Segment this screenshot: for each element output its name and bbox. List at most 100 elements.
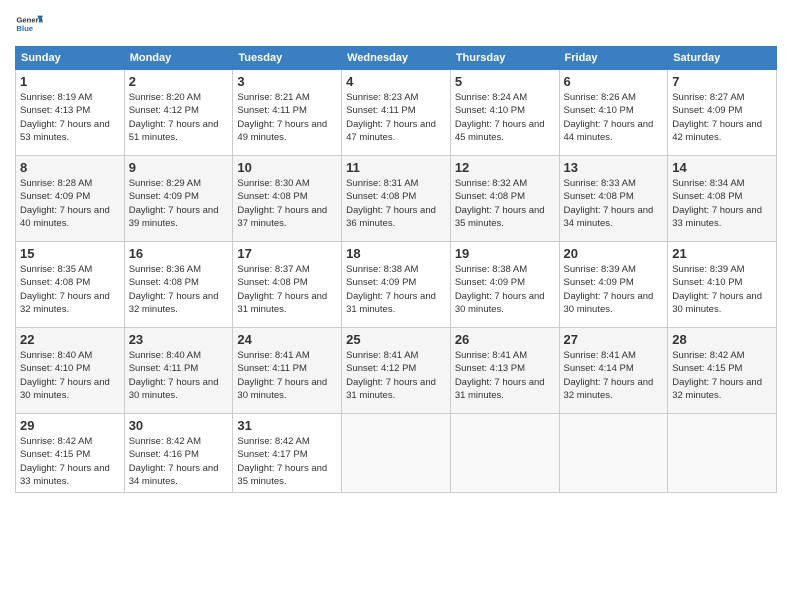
day-info: Sunrise: 8:37 AM Sunset: 4:08 PM Dayligh… bbox=[237, 263, 337, 316]
day-info: Sunrise: 8:42 AM Sunset: 4:17 PM Dayligh… bbox=[237, 435, 337, 488]
calendar-cell: 27 Sunrise: 8:41 AM Sunset: 4:14 PM Dayl… bbox=[559, 328, 668, 414]
calendar-cell: 30 Sunrise: 8:42 AM Sunset: 4:16 PM Dayl… bbox=[124, 414, 233, 493]
calendar-cell: 12 Sunrise: 8:32 AM Sunset: 4:08 PM Dayl… bbox=[450, 156, 559, 242]
col-header-monday: Monday bbox=[124, 47, 233, 70]
calendar-cell: 19 Sunrise: 8:38 AM Sunset: 4:09 PM Dayl… bbox=[450, 242, 559, 328]
calendar-cell: 23 Sunrise: 8:40 AM Sunset: 4:11 PM Dayl… bbox=[124, 328, 233, 414]
day-number: 17 bbox=[237, 246, 337, 261]
day-info: Sunrise: 8:35 AM Sunset: 4:08 PM Dayligh… bbox=[20, 263, 120, 316]
calendar-cell: 31 Sunrise: 8:42 AM Sunset: 4:17 PM Dayl… bbox=[233, 414, 342, 493]
day-info: Sunrise: 8:30 AM Sunset: 4:08 PM Dayligh… bbox=[237, 177, 337, 230]
calendar-cell: 3 Sunrise: 8:21 AM Sunset: 4:11 PM Dayli… bbox=[233, 70, 342, 156]
calendar-cell bbox=[668, 414, 777, 493]
day-number: 3 bbox=[237, 74, 337, 89]
day-number: 14 bbox=[672, 160, 772, 175]
calendar-cell: 7 Sunrise: 8:27 AM Sunset: 4:09 PM Dayli… bbox=[668, 70, 777, 156]
day-info: Sunrise: 8:39 AM Sunset: 4:09 PM Dayligh… bbox=[564, 263, 664, 316]
calendar-cell: 24 Sunrise: 8:41 AM Sunset: 4:11 PM Dayl… bbox=[233, 328, 342, 414]
calendar-cell: 18 Sunrise: 8:38 AM Sunset: 4:09 PM Dayl… bbox=[342, 242, 451, 328]
calendar-week-2: 15 Sunrise: 8:35 AM Sunset: 4:08 PM Dayl… bbox=[16, 242, 777, 328]
day-info: Sunrise: 8:26 AM Sunset: 4:10 PM Dayligh… bbox=[564, 91, 664, 144]
calendar-cell bbox=[559, 414, 668, 493]
calendar-week-1: 8 Sunrise: 8:28 AM Sunset: 4:09 PM Dayli… bbox=[16, 156, 777, 242]
day-info: Sunrise: 8:28 AM Sunset: 4:09 PM Dayligh… bbox=[20, 177, 120, 230]
day-number: 2 bbox=[129, 74, 229, 89]
calendar-cell: 10 Sunrise: 8:30 AM Sunset: 4:08 PM Dayl… bbox=[233, 156, 342, 242]
calendar-cell: 29 Sunrise: 8:42 AM Sunset: 4:15 PM Dayl… bbox=[16, 414, 125, 493]
day-info: Sunrise: 8:23 AM Sunset: 4:11 PM Dayligh… bbox=[346, 91, 446, 144]
col-header-thursday: Thursday bbox=[450, 47, 559, 70]
day-number: 28 bbox=[672, 332, 772, 347]
day-info: Sunrise: 8:34 AM Sunset: 4:08 PM Dayligh… bbox=[672, 177, 772, 230]
day-number: 18 bbox=[346, 246, 446, 261]
day-number: 31 bbox=[237, 418, 337, 433]
day-info: Sunrise: 8:32 AM Sunset: 4:08 PM Dayligh… bbox=[455, 177, 555, 230]
day-info: Sunrise: 8:42 AM Sunset: 4:15 PM Dayligh… bbox=[20, 435, 120, 488]
calendar-cell bbox=[450, 414, 559, 493]
day-number: 10 bbox=[237, 160, 337, 175]
day-number: 15 bbox=[20, 246, 120, 261]
calendar-cell: 2 Sunrise: 8:20 AM Sunset: 4:12 PM Dayli… bbox=[124, 70, 233, 156]
calendar-cell: 1 Sunrise: 8:19 AM Sunset: 4:13 PM Dayli… bbox=[16, 70, 125, 156]
day-number: 9 bbox=[129, 160, 229, 175]
calendar-cell bbox=[342, 414, 451, 493]
day-number: 22 bbox=[20, 332, 120, 347]
calendar-cell: 16 Sunrise: 8:36 AM Sunset: 4:08 PM Dayl… bbox=[124, 242, 233, 328]
calendar-cell: 25 Sunrise: 8:41 AM Sunset: 4:12 PM Dayl… bbox=[342, 328, 451, 414]
svg-text:Blue: Blue bbox=[16, 24, 33, 33]
calendar-week-3: 22 Sunrise: 8:40 AM Sunset: 4:10 PM Dayl… bbox=[16, 328, 777, 414]
col-header-wednesday: Wednesday bbox=[342, 47, 451, 70]
calendar-cell: 17 Sunrise: 8:37 AM Sunset: 4:08 PM Dayl… bbox=[233, 242, 342, 328]
calendar-cell: 8 Sunrise: 8:28 AM Sunset: 4:09 PM Dayli… bbox=[16, 156, 125, 242]
day-number: 19 bbox=[455, 246, 555, 261]
calendar-week-4: 29 Sunrise: 8:42 AM Sunset: 4:15 PM Dayl… bbox=[16, 414, 777, 493]
day-number: 25 bbox=[346, 332, 446, 347]
calendar-cell: 15 Sunrise: 8:35 AM Sunset: 4:08 PM Dayl… bbox=[16, 242, 125, 328]
logo: General Blue bbox=[15, 10, 43, 38]
calendar-cell: 13 Sunrise: 8:33 AM Sunset: 4:08 PM Dayl… bbox=[559, 156, 668, 242]
day-info: Sunrise: 8:19 AM Sunset: 4:13 PM Dayligh… bbox=[20, 91, 120, 144]
day-number: 26 bbox=[455, 332, 555, 347]
day-info: Sunrise: 8:42 AM Sunset: 4:15 PM Dayligh… bbox=[672, 349, 772, 402]
day-info: Sunrise: 8:20 AM Sunset: 4:12 PM Dayligh… bbox=[129, 91, 229, 144]
header: General Blue bbox=[15, 10, 777, 38]
day-info: Sunrise: 8:41 AM Sunset: 4:12 PM Dayligh… bbox=[346, 349, 446, 402]
day-info: Sunrise: 8:41 AM Sunset: 4:11 PM Dayligh… bbox=[237, 349, 337, 402]
calendar-cell: 21 Sunrise: 8:39 AM Sunset: 4:10 PM Dayl… bbox=[668, 242, 777, 328]
day-number: 21 bbox=[672, 246, 772, 261]
day-number: 20 bbox=[564, 246, 664, 261]
day-info: Sunrise: 8:24 AM Sunset: 4:10 PM Dayligh… bbox=[455, 91, 555, 144]
day-number: 24 bbox=[237, 332, 337, 347]
day-number: 4 bbox=[346, 74, 446, 89]
day-number: 27 bbox=[564, 332, 664, 347]
page: General Blue SundayMondayTuesdayWednesda… bbox=[0, 0, 792, 612]
calendar-cell: 14 Sunrise: 8:34 AM Sunset: 4:08 PM Dayl… bbox=[668, 156, 777, 242]
calendar-cell: 22 Sunrise: 8:40 AM Sunset: 4:10 PM Dayl… bbox=[16, 328, 125, 414]
col-header-saturday: Saturday bbox=[668, 47, 777, 70]
day-number: 12 bbox=[455, 160, 555, 175]
day-info: Sunrise: 8:39 AM Sunset: 4:10 PM Dayligh… bbox=[672, 263, 772, 316]
day-info: Sunrise: 8:41 AM Sunset: 4:13 PM Dayligh… bbox=[455, 349, 555, 402]
calendar-cell: 11 Sunrise: 8:31 AM Sunset: 4:08 PM Dayl… bbox=[342, 156, 451, 242]
calendar-cell: 4 Sunrise: 8:23 AM Sunset: 4:11 PM Dayli… bbox=[342, 70, 451, 156]
calendar-week-0: 1 Sunrise: 8:19 AM Sunset: 4:13 PM Dayli… bbox=[16, 70, 777, 156]
day-number: 8 bbox=[20, 160, 120, 175]
day-number: 29 bbox=[20, 418, 120, 433]
day-info: Sunrise: 8:31 AM Sunset: 4:08 PM Dayligh… bbox=[346, 177, 446, 230]
day-info: Sunrise: 8:29 AM Sunset: 4:09 PM Dayligh… bbox=[129, 177, 229, 230]
calendar-cell: 9 Sunrise: 8:29 AM Sunset: 4:09 PM Dayli… bbox=[124, 156, 233, 242]
day-info: Sunrise: 8:40 AM Sunset: 4:10 PM Dayligh… bbox=[20, 349, 120, 402]
day-number: 16 bbox=[129, 246, 229, 261]
day-info: Sunrise: 8:38 AM Sunset: 4:09 PM Dayligh… bbox=[455, 263, 555, 316]
calendar-cell: 5 Sunrise: 8:24 AM Sunset: 4:10 PM Dayli… bbox=[450, 70, 559, 156]
day-number: 1 bbox=[20, 74, 120, 89]
calendar-cell: 20 Sunrise: 8:39 AM Sunset: 4:09 PM Dayl… bbox=[559, 242, 668, 328]
day-info: Sunrise: 8:21 AM Sunset: 4:11 PM Dayligh… bbox=[237, 91, 337, 144]
day-number: 23 bbox=[129, 332, 229, 347]
day-number: 13 bbox=[564, 160, 664, 175]
calendar-cell: 26 Sunrise: 8:41 AM Sunset: 4:13 PM Dayl… bbox=[450, 328, 559, 414]
day-number: 6 bbox=[564, 74, 664, 89]
day-info: Sunrise: 8:42 AM Sunset: 4:16 PM Dayligh… bbox=[129, 435, 229, 488]
day-info: Sunrise: 8:27 AM Sunset: 4:09 PM Dayligh… bbox=[672, 91, 772, 144]
calendar-table: SundayMondayTuesdayWednesdayThursdayFrid… bbox=[15, 46, 777, 493]
